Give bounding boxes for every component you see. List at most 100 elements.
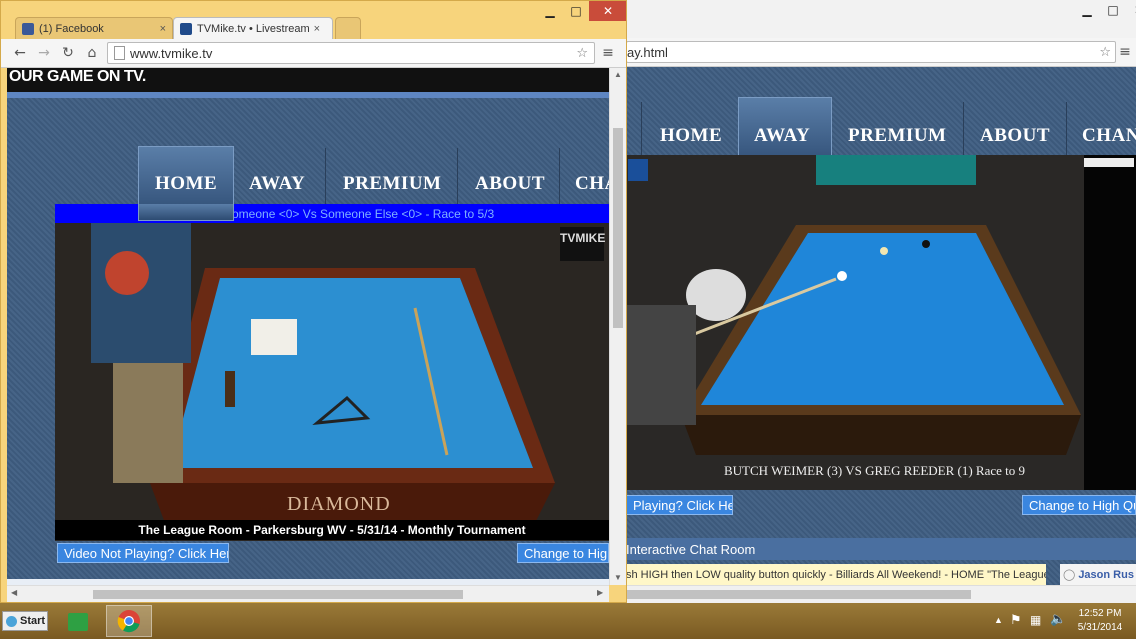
left-horizontal-scrollbar[interactable]: ◀ ▶ xyxy=(7,585,609,602)
right-address-bar[interactable]: ay.html ☆ xyxy=(626,41,1116,63)
right-video-player[interactable]: BUTCH WEIMER (3) VS GREG REEDER (1) Race… xyxy=(626,155,1136,490)
tab-close-icon[interactable]: × xyxy=(314,23,320,35)
right-video-not-playing-button[interactable]: Playing? Click Here xyxy=(626,495,733,515)
left-url-text: www.tvmike.tv xyxy=(130,45,213,61)
start-orb-icon xyxy=(6,615,17,627)
back-arrow-icon[interactable]: ← xyxy=(11,44,29,62)
bottle xyxy=(225,371,235,407)
video-brand-watermark: TVMIKE xyxy=(560,231,606,245)
chrome-icon xyxy=(117,610,140,633)
left-page: OUR GAME ON TV. HOME AWAY PREMIUM ABOUT … xyxy=(7,68,618,585)
right-nav-premium[interactable]: PREMIUM xyxy=(848,125,946,147)
volume-icon[interactable]: 🔈 xyxy=(1050,612,1066,627)
scroll-up-icon[interactable]: ▲ xyxy=(614,70,622,79)
ball xyxy=(880,247,888,255)
minimize-icon[interactable]: ▁ xyxy=(1074,0,1100,20)
close-icon[interactable]: ✕ xyxy=(589,1,626,21)
tab-close-icon[interactable]: × xyxy=(160,23,166,35)
left-nav-away[interactable]: AWAY xyxy=(249,173,305,195)
right-page: HOME AWAY PREMIUM ABOUT CHAN BUTCH WEIME… xyxy=(626,67,1136,585)
chat-username: Jason Rus xyxy=(1078,568,1134,581)
clock-time: 12:52 PM xyxy=(1078,608,1122,619)
left-toolbar: ← → ↻ ⌂ www.tvmike.tv ☆ ≡ xyxy=(1,39,626,68)
right-nav-home[interactable]: HOME xyxy=(660,125,722,147)
new-tab-button[interactable] xyxy=(335,17,361,39)
chat-room-title: Interactive Chat Room xyxy=(626,541,756,557)
menu-icon[interactable]: ≡ xyxy=(599,44,617,62)
right-nav-away[interactable]: AWAY xyxy=(754,125,810,147)
chrome-taskbar-button[interactable] xyxy=(106,605,152,637)
user-icon: ◯ xyxy=(1063,568,1076,581)
taskbar: Start ▲ ⚑ ▦ 🔈 12:52 PM 5/31/2014 xyxy=(0,603,1136,639)
score-bug xyxy=(1084,158,1134,167)
bookmark-star-icon[interactable]: ☆ xyxy=(1099,45,1111,60)
right-nav-about[interactable]: ABOUT xyxy=(980,125,1050,147)
right-window-controls: ▁ □ ✕ xyxy=(1074,0,1136,20)
chat-user-entry[interactable]: ◯ Jason Rus xyxy=(1060,564,1136,585)
tab-facebook[interactable]: (1) Facebook × xyxy=(15,17,173,39)
chat-message: sh HIGH then LOW quality button quickly … xyxy=(626,564,1046,585)
start-button[interactable]: Start xyxy=(2,611,48,631)
left-nav-home-bg-lower xyxy=(138,204,234,221)
menu-icon[interactable]: ≡ xyxy=(1116,43,1134,61)
left-vertical-scrollbar[interactable]: ▲ ▼ xyxy=(609,68,626,585)
right-high-quality-button[interactable]: Change to High Qua xyxy=(1022,495,1136,515)
left-video-player[interactable]: TVMIKE DIAMOND The League Room - Parkers… xyxy=(55,223,609,541)
home-icon[interactable]: ⌂ xyxy=(83,44,101,62)
banner-text: OUR GAME ON TV. xyxy=(9,68,146,85)
table-brand-text: DIAMOND xyxy=(287,493,391,515)
video-caption-text: The League Room - Parkersburg WV - 5/31/… xyxy=(138,523,526,537)
left-nav-about[interactable]: ABOUT xyxy=(475,173,545,195)
maximize-icon[interactable]: □ xyxy=(563,1,589,21)
banner-stripe xyxy=(7,92,609,98)
tvmike-logo xyxy=(628,159,648,181)
player xyxy=(91,223,191,363)
page-icon xyxy=(114,46,125,60)
action-center-flag-icon[interactable]: ⚑ xyxy=(1010,613,1022,628)
clock-date: 5/31/2014 xyxy=(1077,622,1123,633)
right-toolbar: ay.html ☆ ≡ xyxy=(626,38,1136,67)
network-icon[interactable]: ▦ xyxy=(1030,613,1041,627)
store-icon[interactable] xyxy=(62,607,94,637)
cue-ball xyxy=(837,271,847,281)
left-browser-window: ▁ □ ✕ (1) Facebook × TVMike.tv • Livestr… xyxy=(0,0,627,603)
show-hidden-icons[interactable]: ▲ xyxy=(994,615,1003,625)
left-address-bar[interactable]: www.tvmike.tv ☆ xyxy=(107,42,595,64)
left-video-not-playing-button[interactable]: Video Not Playing? Click Here xyxy=(57,543,229,563)
start-label: Start xyxy=(20,615,46,627)
site-banner: OUR GAME ON TV. xyxy=(7,68,609,92)
right-browser-window: ▁ □ ✕ ay.html ☆ ≡ HOME AWAY PREMIUM ABOU… xyxy=(626,0,1136,603)
scoreboard-text: BUTCH WEIMER (3) VS GREG REEDER (1) Race… xyxy=(724,463,1026,478)
bookmark-star-icon[interactable]: ☆ xyxy=(576,46,588,61)
ball xyxy=(922,240,930,248)
scoresheet xyxy=(251,319,297,355)
left-window-controls: ▁ □ ✕ xyxy=(537,1,626,21)
right-nav-chan[interactable]: CHAN xyxy=(1082,125,1136,147)
left-nav-premium[interactable]: PREMIUM xyxy=(343,173,441,195)
right-url-text: ay.html xyxy=(627,44,668,60)
scroll-right-icon[interactable]: ▶ xyxy=(597,588,603,597)
tab-tvmike-label: TVMike.tv • Livestream xyxy=(197,22,310,35)
scrollbar-thumb[interactable] xyxy=(626,590,971,599)
scrollbar-thumb[interactable] xyxy=(93,590,463,599)
tvmike-icon xyxy=(180,22,192,35)
facebook-icon xyxy=(22,22,34,35)
chat-room-header: Interactive Chat Room xyxy=(626,538,1136,560)
minimize-icon[interactable]: ▁ xyxy=(537,1,563,21)
close-icon[interactable]: ✕ xyxy=(1126,0,1136,20)
video-caption: The League Room - Parkersburg WV - 5/31/… xyxy=(55,520,609,540)
left-high-quality-button[interactable]: Change to High xyxy=(517,543,609,563)
scroll-down-icon[interactable]: ▼ xyxy=(614,573,622,582)
clock[interactable]: 12:52 PM 5/31/2014 xyxy=(1072,607,1128,635)
right-horizontal-scrollbar[interactable] xyxy=(626,585,1136,603)
scrollbar-thumb[interactable] xyxy=(613,128,623,328)
reload-icon[interactable]: ↻ xyxy=(59,44,77,62)
maximize-icon[interactable]: □ xyxy=(1100,0,1126,20)
tab-tvmike[interactable]: TVMike.tv • Livestream × xyxy=(173,17,333,39)
tab-facebook-label: (1) Facebook xyxy=(39,22,104,35)
background-table xyxy=(816,155,976,185)
forward-arrow-icon[interactable]: → xyxy=(35,44,53,62)
ticker-text: omeone <0> Vs Someone Else <0> - Race to… xyxy=(232,206,495,221)
left-nav-home[interactable]: HOME xyxy=(155,173,217,195)
scroll-left-icon[interactable]: ◀ xyxy=(11,588,17,597)
